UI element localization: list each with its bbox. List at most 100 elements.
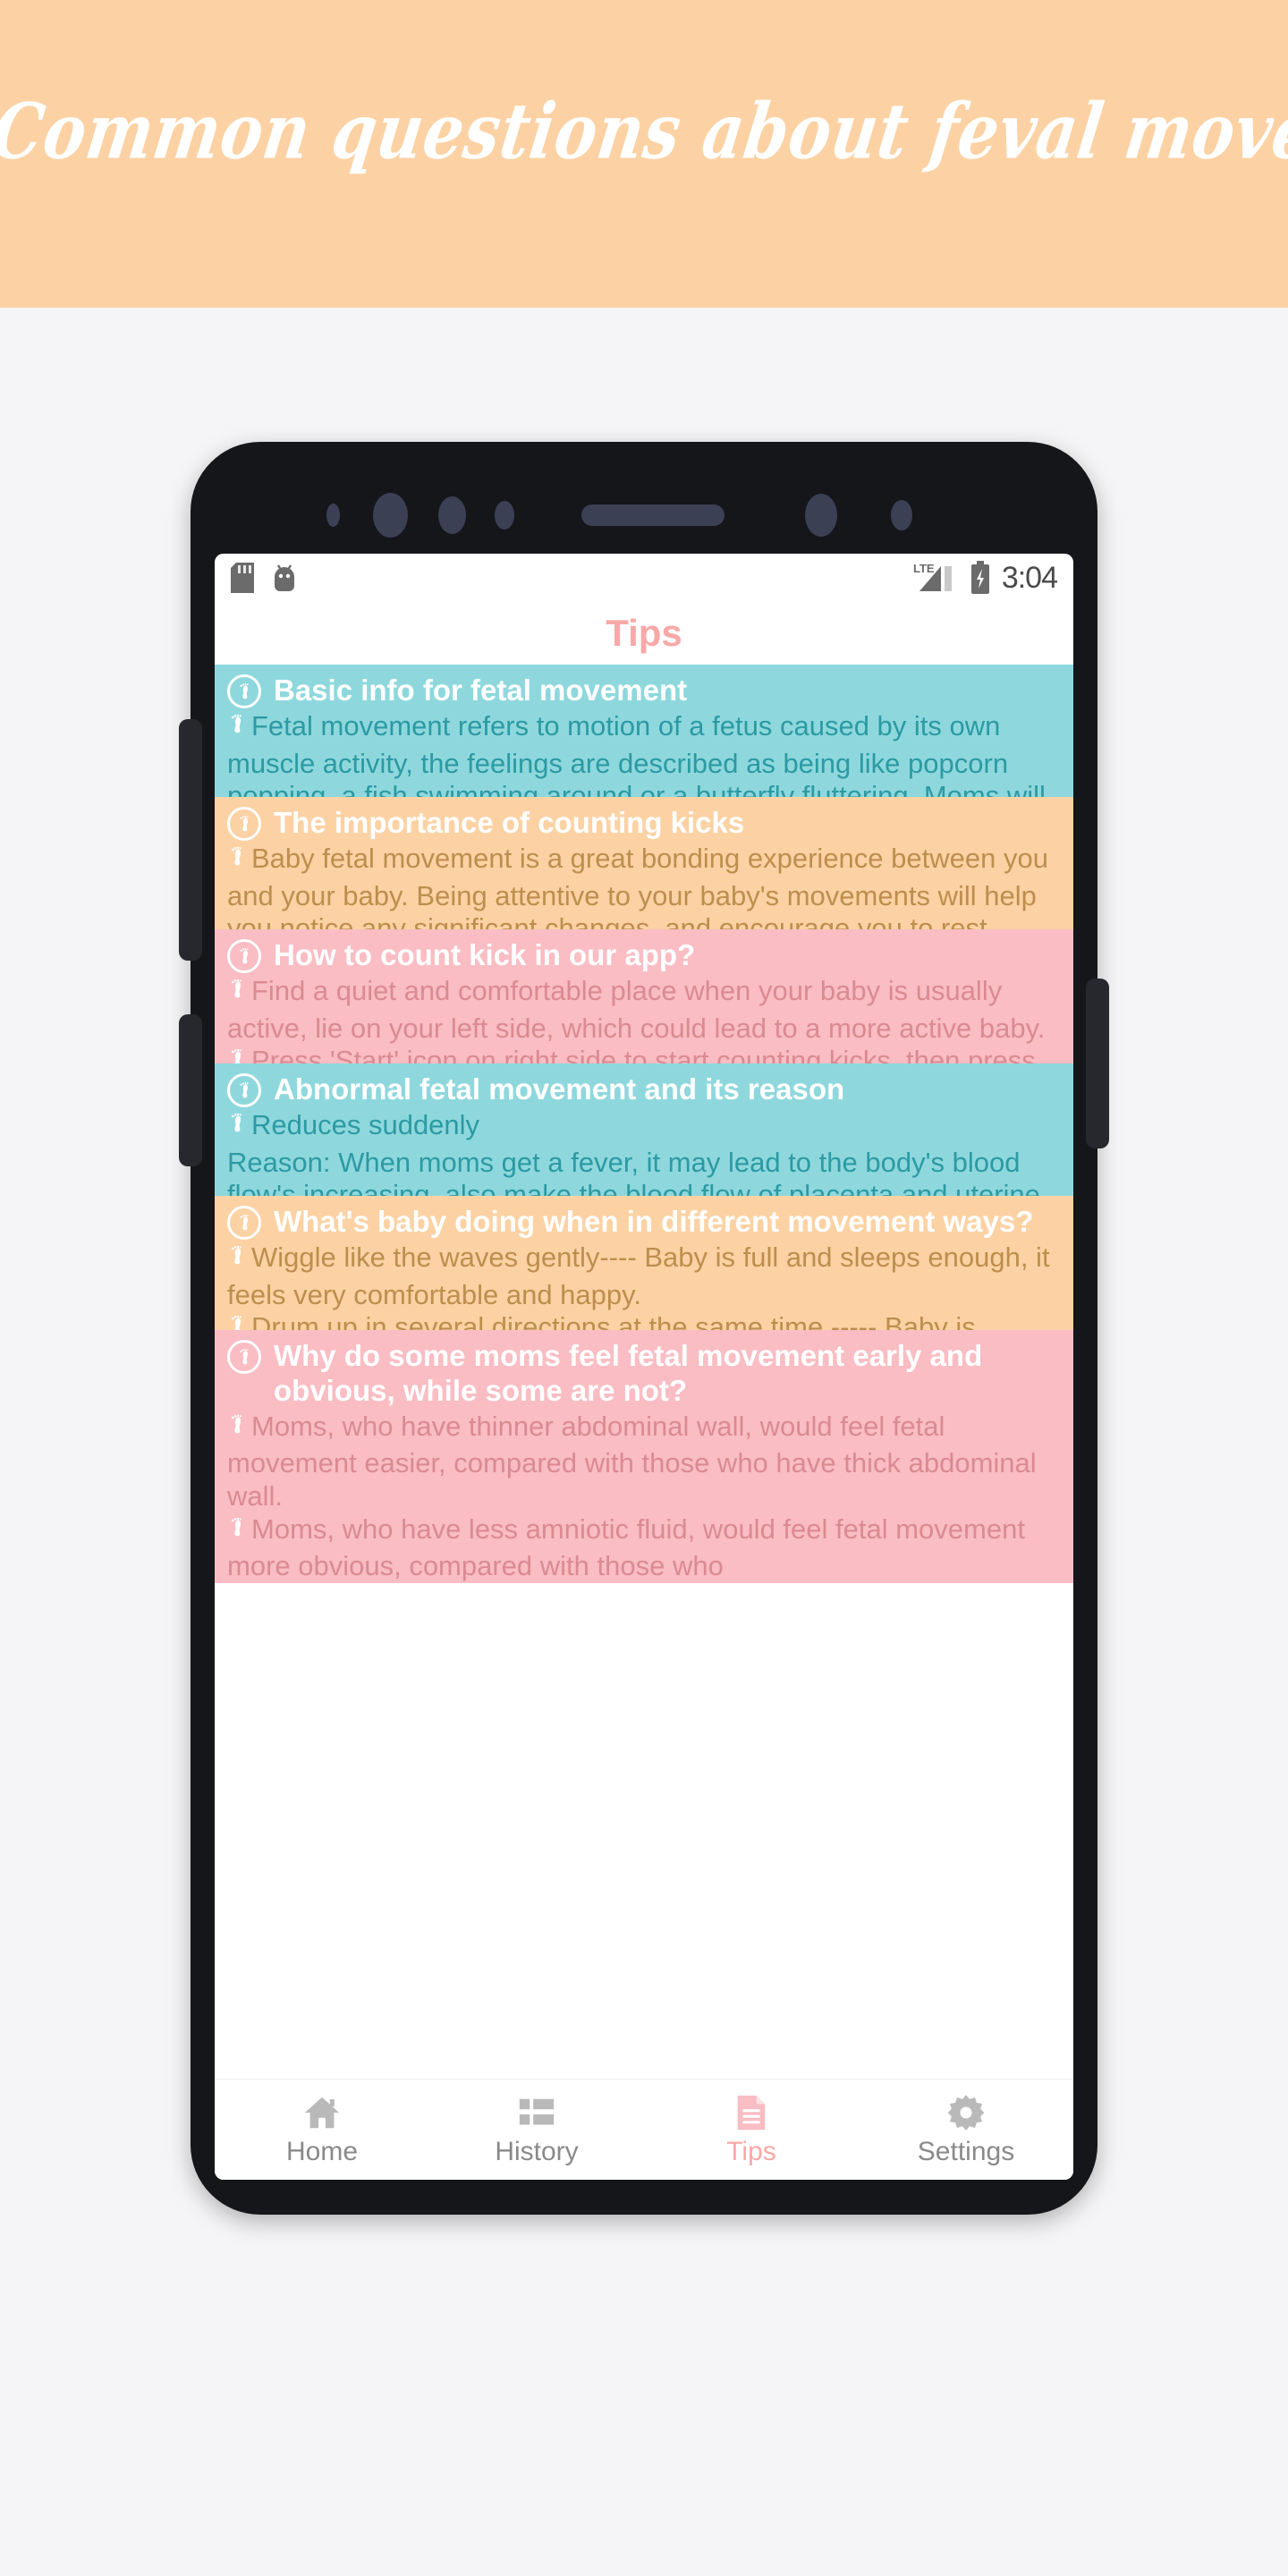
card-body: Reduces suddenly Reason: When moms get a …	[215, 1109, 1073, 1196]
card-paragraph: Reduces suddenly	[227, 1109, 1063, 1147]
card-body: Baby fetal movement is a great bonding e…	[215, 843, 1073, 929]
footprint-badge-icon	[227, 674, 261, 708]
bottom-navigation: Home History Tips Settings	[215, 2079, 1073, 2180]
sensor-dot-icon	[326, 504, 340, 527]
volume-up-button[interactable]	[179, 719, 202, 961]
nav-item-label: Home	[285, 2137, 359, 2166]
card-paragraph-text: Reason: When moms get a fever, it may le…	[227, 1146, 1040, 1196]
app-bar: Tips	[215, 602, 1073, 665]
tips-card[interactable]: Basic info for fetal movement Fetal movem…	[215, 665, 1073, 797]
nav-item-tips[interactable]: Tips	[644, 2092, 859, 2167]
proximity-sensor-icon	[438, 496, 466, 534]
card-paragraph-text: Press 'Start' icon on right side to star…	[251, 1045, 1036, 1063]
footprint-badge-icon	[227, 1073, 261, 1107]
card-paragraph: Wiggle like the waves gently---- Baby is…	[227, 1241, 1063, 1311]
home-icon[interactable]	[301, 2092, 343, 2133]
footprint-badge-icon	[227, 1206, 261, 1240]
card-paragraph: Baby fetal movement is a great bonding e…	[227, 843, 1063, 929]
footprint-badge-icon	[227, 1340, 261, 1374]
card-title: What's baby doing when in different move…	[274, 1205, 1034, 1238]
card-body: Fetal movement refers to motion of a fet…	[215, 710, 1073, 797]
card-paragraph-text: Fetal movement refers to motion of a fet…	[227, 710, 1046, 797]
card-header: Basic info for fetal movement	[215, 665, 1073, 710]
power-button[interactable]	[1086, 979, 1109, 1148]
sd-card-icon	[231, 563, 254, 593]
banner-title: Common questions about feval movement	[0, 86, 1288, 177]
card-title: The importance of counting kicks	[274, 806, 745, 839]
footprint-badge-icon	[227, 939, 261, 973]
card-paragraph-text: Wiggle like the waves gently---- Baby is…	[227, 1241, 1050, 1310]
nav-item-label: Settings	[917, 2137, 1015, 2166]
card-paragraph-text: Find a quiet and comfortable place when …	[227, 975, 1046, 1044]
card-title: Abnormal fetal movement and its reason	[274, 1072, 845, 1106]
tips-card[interactable]: Why do some moms feel fetal movement ear…	[215, 1330, 1073, 1583]
android-icon	[272, 563, 297, 593]
status-bar-clock: 3:04	[1001, 560, 1058, 595]
nav-item-history[interactable]: History	[429, 2092, 644, 2167]
nav-item-home[interactable]: Home	[215, 2092, 429, 2167]
tips-card[interactable]: What's baby doing when in different move…	[215, 1196, 1073, 1330]
footprint-bullet-icon	[227, 1314, 250, 1330]
card-paragraph-text: Drum up in several directions at the sam…	[251, 1311, 976, 1330]
card-header: Why do some moms feel fetal movement ear…	[215, 1330, 1073, 1411]
footprint-bullet-icon	[227, 845, 250, 880]
status-bar-left	[231, 563, 297, 593]
gear-icon[interactable]	[945, 2092, 987, 2133]
card-paragraph: Moms, who have thinner abdominal wall, w…	[227, 1411, 1063, 1513]
front-camera-secondary-icon	[805, 494, 837, 537]
phone-sensor-strip	[191, 492, 1097, 538]
volume-down-button[interactable]	[179, 1014, 202, 1166]
card-header: The importance of counting kicks	[215, 797, 1073, 843]
footprint-bullet-icon	[227, 1112, 250, 1147]
card-title: Basic info for fetal movement	[274, 674, 688, 707]
footprint-badge-icon	[227, 807, 261, 841]
card-paragraph: Find a quiet and comfortable place when …	[227, 975, 1063, 1045]
light-sensor-icon	[495, 501, 514, 530]
card-body: Moms, who have thinner abdominal wall, w…	[215, 1411, 1073, 1583]
card-paragraph: Reason: When moms get a fever, it may le…	[227, 1147, 1063, 1196]
battery-charging-icon	[970, 561, 991, 595]
card-header: Abnormal fetal movement and its reason	[215, 1063, 1073, 1109]
footprint-bullet-icon	[227, 1047, 250, 1063]
tips-card-list[interactable]: Basic info for fetal movement Fetal movem…	[215, 665, 1073, 2079]
card-paragraph-text: Reduces suddenly	[251, 1109, 480, 1140]
card-body: Find a quiet and comfortable place when …	[215, 975, 1073, 1063]
tips-card[interactable]: Abnormal fetal movement and its reason Re…	[215, 1063, 1073, 1196]
tips-card[interactable]: How to count kick in our app? Find a quie…	[215, 929, 1073, 1063]
lte-signal-icon: LTE	[912, 561, 959, 595]
card-header: What's baby doing when in different move…	[215, 1196, 1073, 1241]
footprint-bullet-icon	[227, 978, 250, 1013]
card-paragraph-text: Baby fetal movement is a great bonding e…	[227, 843, 1048, 929]
card-title: Why do some moms feel fetal movement ear…	[274, 1339, 983, 1407]
page-root: Common questions about feval movement LT…	[0, 0, 1288, 2576]
nav-item-label: History	[495, 2137, 579, 2166]
card-body: Wiggle like the waves gently---- Baby is…	[215, 1241, 1073, 1330]
tips-card[interactable]: The importance of counting kicks Baby fet…	[215, 797, 1073, 929]
card-paragraph: Drum up in several directions at the sam…	[227, 1311, 1063, 1330]
phone-screen: LTE 3:04 Tips Basic info for fetal movem…	[215, 554, 1073, 2180]
card-paragraph: Press 'Start' icon on right side to star…	[227, 1045, 1063, 1063]
led-indicator-icon	[891, 500, 912, 530]
status-bar: LTE 3:04	[215, 554, 1073, 602]
card-paragraph: Moms, who have less amniotic fluid, woul…	[227, 1513, 1063, 1583]
nav-item-label: Tips	[726, 2137, 776, 2166]
card-paragraph: Fetal movement refers to motion of a fet…	[227, 710, 1063, 797]
footprint-bullet-icon	[227, 1413, 250, 1448]
page-title: Tips	[606, 612, 682, 654]
card-title: How to count kick in our app?	[274, 938, 696, 971]
nav-item-settings[interactable]: Settings	[859, 2092, 1073, 2167]
card-paragraph-text: Moms, who have less amniotic fluid, woul…	[227, 1513, 1025, 1582]
footprint-bullet-icon	[227, 1516, 250, 1551]
phone-mockup: LTE 3:04 Tips Basic info for fetal movem…	[179, 442, 1109, 2215]
list-icon[interactable]	[516, 2092, 557, 2133]
footprint-bullet-icon	[227, 713, 250, 748]
banner: Common questions about feval movement	[0, 0, 1288, 308]
earpiece-speaker-icon	[581, 504, 724, 526]
card-header: How to count kick in our app?	[215, 929, 1073, 975]
document-icon[interactable]	[731, 2092, 772, 2133]
footprint-bullet-icon	[227, 1244, 250, 1279]
front-camera-icon	[373, 493, 408, 538]
status-bar-right: LTE 3:04	[912, 560, 1058, 596]
card-paragraph-text: Moms, who have thinner abdominal wall, w…	[227, 1410, 1037, 1513]
svg-text:LTE: LTE	[913, 562, 935, 575]
